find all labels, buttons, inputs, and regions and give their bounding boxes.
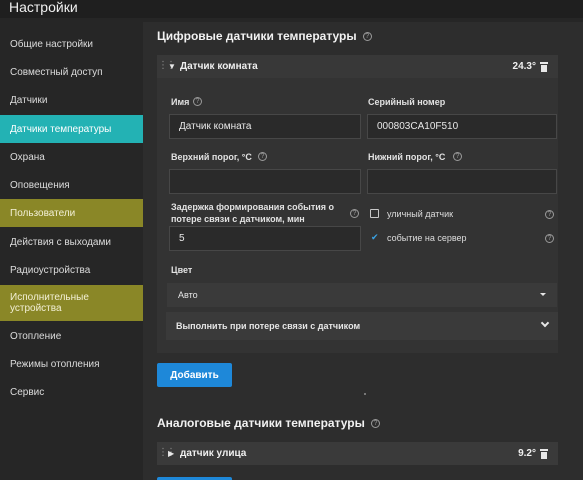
analog-sensors-title: Аналоговые датчики температуры	[157, 416, 365, 430]
sidebar-item-general[interactable]: Общие настройки	[0, 35, 143, 53]
analog-sensor-header[interactable]: ⋮⋮ ▶ датчик улица 9.2°	[157, 442, 558, 465]
lower-threshold-label: Нижний порог, °C	[368, 152, 446, 162]
app-header: Настройки	[0, 0, 583, 18]
help-icon[interactable]: ?	[362, 31, 372, 41]
lost-connection-label: Выполнить при потере связи с датчиком	[176, 321, 361, 331]
help-icon[interactable]: ?	[193, 97, 202, 106]
outdoor-checkbox[interactable]	[370, 209, 379, 218]
dropdown-arrow-icon	[540, 293, 546, 296]
serial-label: Серийный номер	[368, 97, 446, 107]
sensor-card-header[interactable]: ⋮⋮ ▼ Датчик комната 24.3°	[157, 55, 558, 78]
trash-icon[interactable]	[540, 61, 548, 72]
lower-threshold-input[interactable]	[367, 169, 557, 194]
help-icon[interactable]: ?	[370, 418, 380, 428]
analog-sensor-card: ⋮⋮ ▶ датчик улица 9.2°	[157, 442, 558, 465]
main-top-shade	[143, 18, 583, 22]
help-icon[interactable]: ?	[545, 234, 554, 243]
help-icon[interactable]: ?	[258, 152, 267, 161]
separator-dot	[364, 393, 366, 395]
page-title: Настройки	[9, 0, 78, 15]
sidebar-item-heating[interactable]: Отопление	[0, 327, 143, 345]
digital-sensors-title: Цифровые датчики температуры	[157, 29, 357, 43]
sidebar-item-radio-devices[interactable]: Радиоустройства	[0, 261, 143, 279]
color-label: Цвет	[171, 265, 193, 275]
sidebar-item-heating-modes[interactable]: Режимы отопления	[0, 355, 143, 373]
sensor-name: Датчик комната	[180, 61, 258, 72]
help-icon[interactable]: ?	[350, 209, 359, 218]
sidebar-item-output-actions[interactable]: Действия с выходами	[0, 233, 143, 251]
name-input[interactable]: Датчик комната	[169, 114, 361, 139]
caret-right-icon[interactable]: ▶	[168, 449, 174, 458]
upper-threshold-input[interactable]	[169, 169, 361, 194]
add-button[interactable]: Добавить	[157, 363, 232, 387]
sidebar-item-sharing[interactable]: Совместный доступ	[0, 63, 143, 81]
help-icon[interactable]: ?	[453, 152, 462, 161]
digital-sensors-heading: Цифровые датчики температуры ?	[157, 29, 372, 43]
analog-sensors-heading: Аналоговые датчики температуры ?	[157, 416, 380, 430]
trash-icon[interactable]	[540, 448, 548, 459]
name-label: Имя	[171, 97, 190, 107]
analog-sensor-temperature: 9.2°	[518, 448, 536, 459]
upper-threshold-label: Верхний порог, °C	[171, 152, 252, 162]
checkmark-icon[interactable]: ✔	[371, 232, 379, 243]
outdoor-label: уличный датчик	[387, 209, 454, 219]
sidebar-item-temperature-sensors[interactable]: Датчики температуры	[0, 115, 143, 143]
server-event-label: событие на сервер	[387, 233, 467, 243]
sensor-temperature: 24.3°	[512, 61, 536, 72]
help-icon[interactable]: ?	[545, 210, 554, 219]
analog-sensor-name: датчик улица	[180, 448, 247, 459]
sidebar-item-notifications[interactable]: Оповещения	[0, 176, 143, 194]
sidebar-item-actuators[interactable]: Исполнительные устройства	[0, 285, 143, 321]
lost-connection-expander[interactable]: Выполнить при потере связи с датчиком	[166, 312, 558, 340]
color-select-value: Авто	[178, 290, 198, 300]
delay-label: Задержка формирования события о потере с…	[171, 202, 335, 224]
chevron-down-icon	[540, 318, 550, 328]
caret-down-icon[interactable]: ▼	[168, 62, 176, 71]
sidebar-item-users[interactable]: Пользователи	[0, 199, 143, 227]
sidebar-item-sensors[interactable]: Датчики	[0, 91, 143, 109]
sidebar-item-service[interactable]: Сервис	[0, 383, 143, 401]
serial-input[interactable]: 000803CA10F510	[367, 114, 557, 139]
delay-input[interactable]: 5	[169, 226, 361, 251]
color-select[interactable]: Авто	[167, 283, 557, 307]
sidebar-item-security[interactable]: Охрана	[0, 148, 143, 166]
